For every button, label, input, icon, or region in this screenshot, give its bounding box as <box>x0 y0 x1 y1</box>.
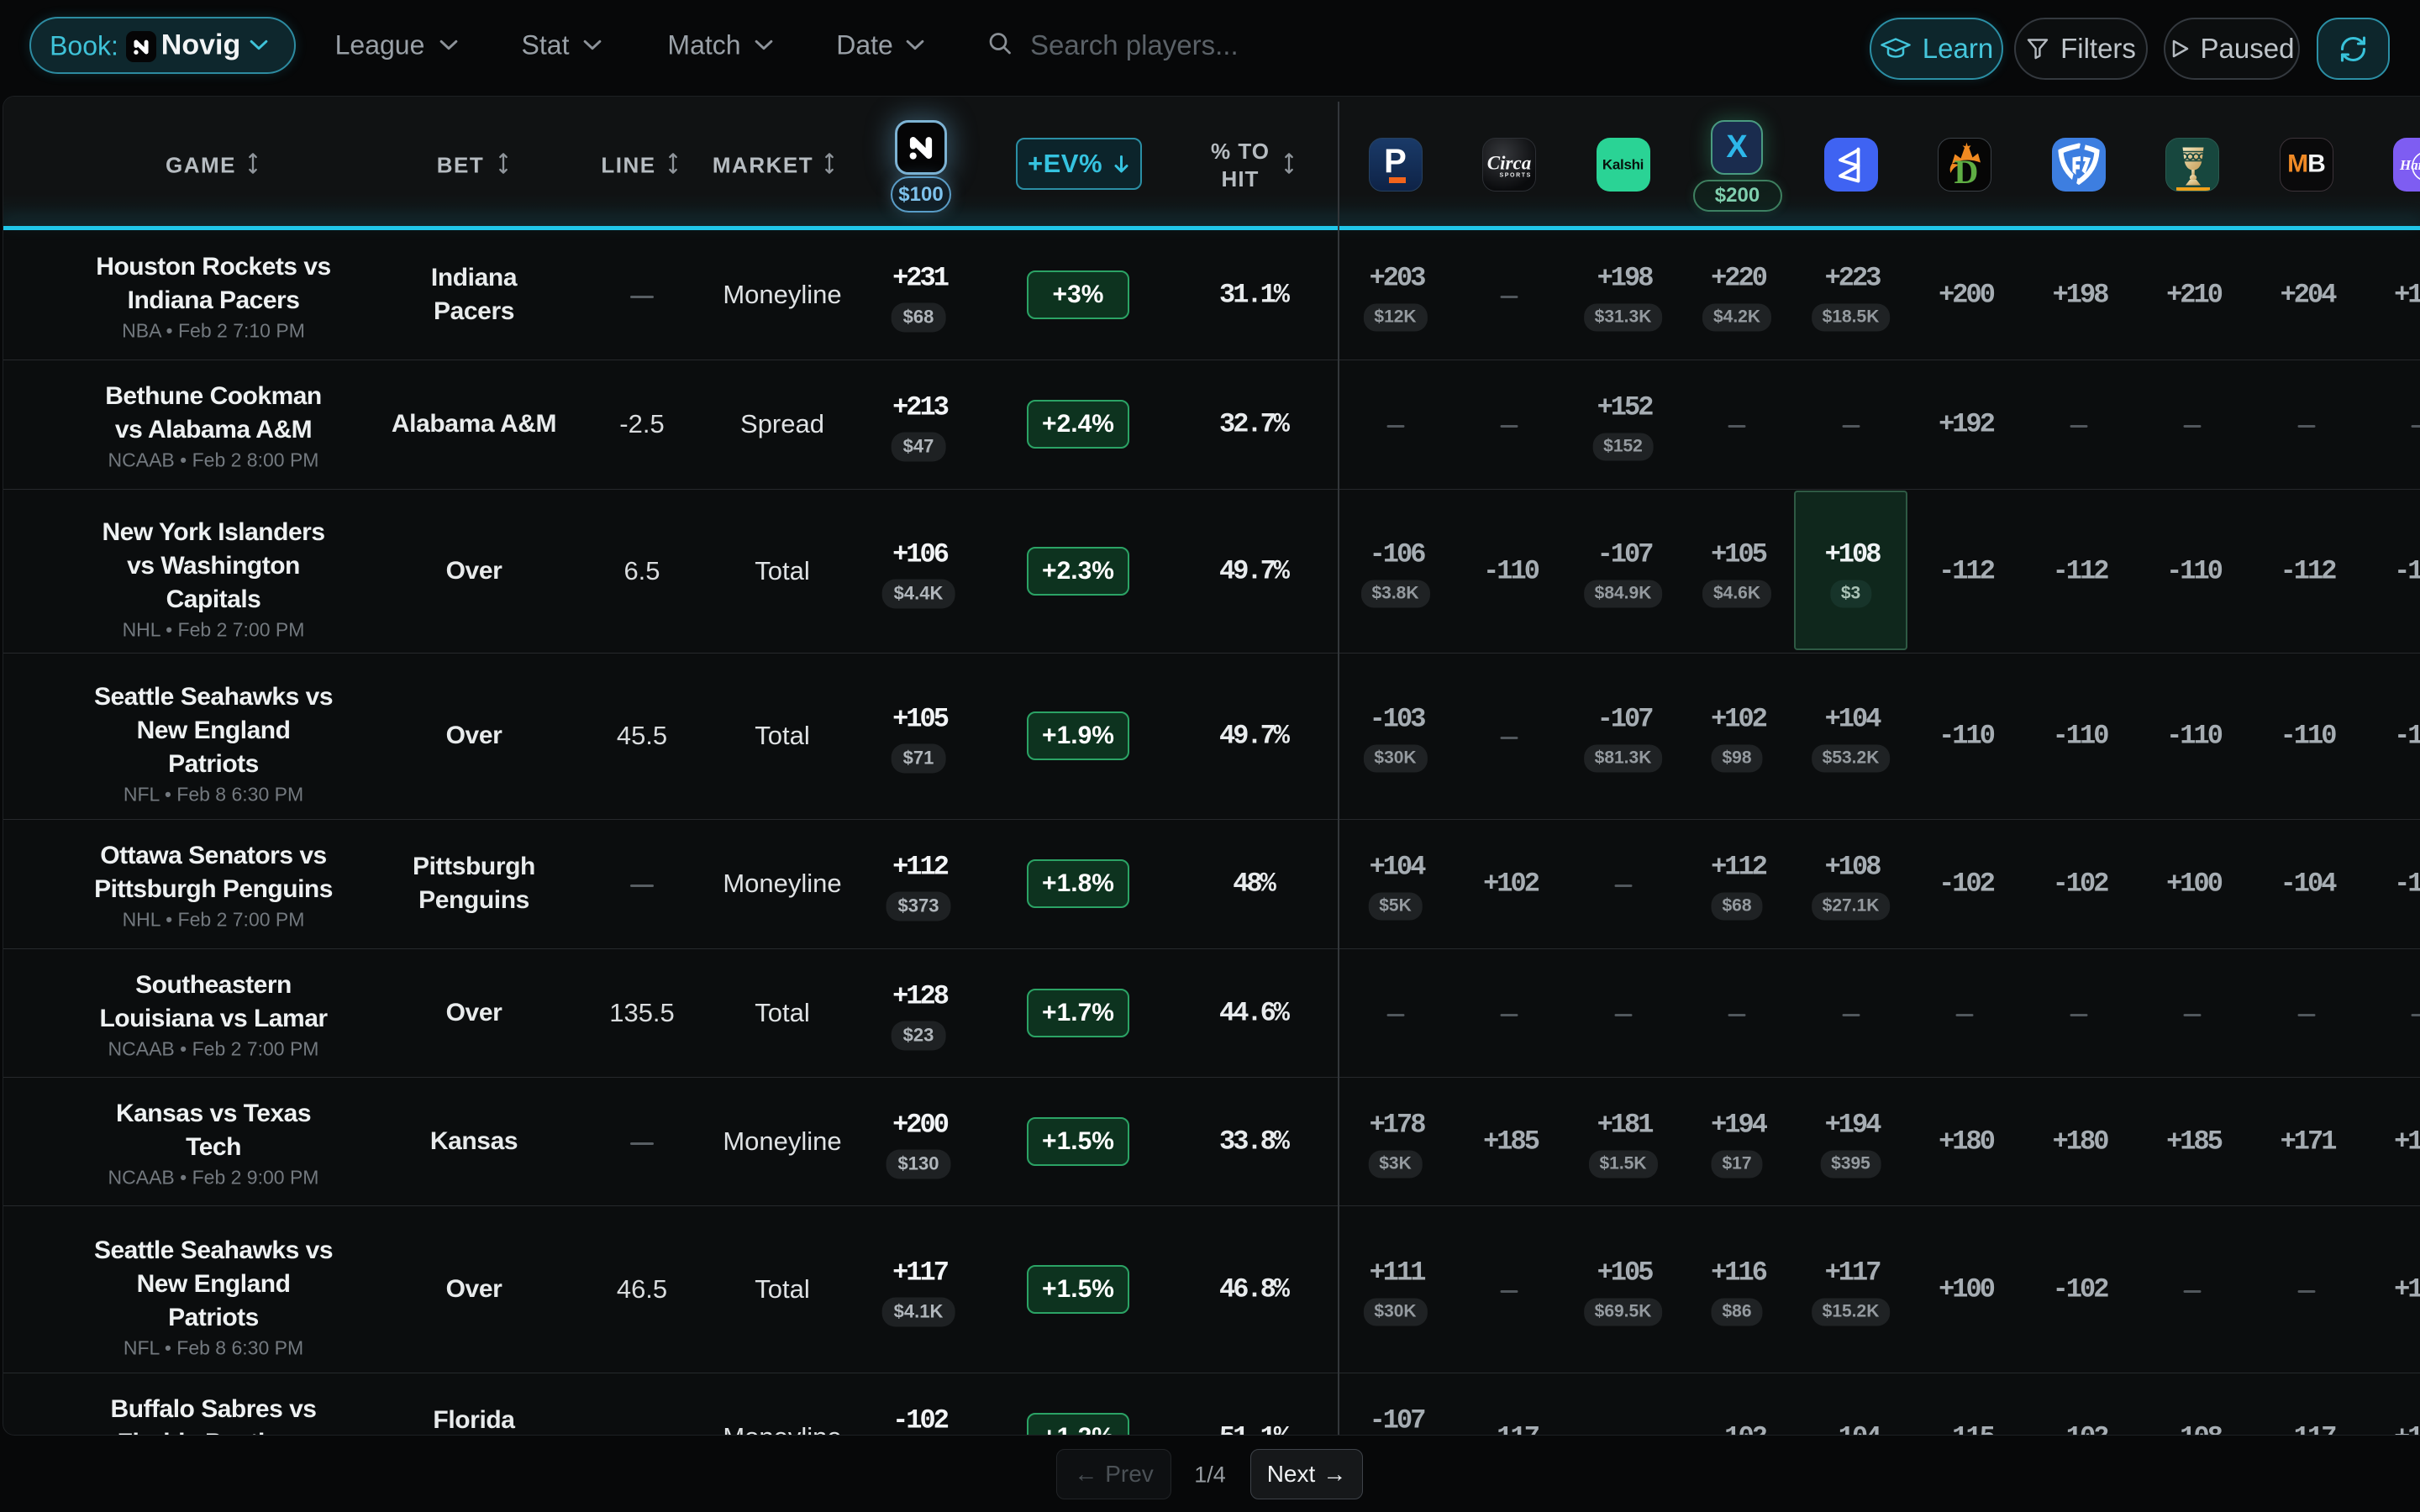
svg-text:Har: Har <box>2399 157 2420 173</box>
svg-text:D: D <box>1954 153 1979 191</box>
